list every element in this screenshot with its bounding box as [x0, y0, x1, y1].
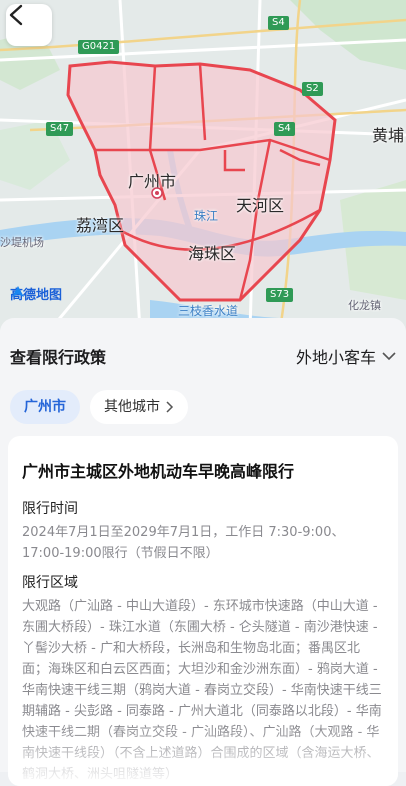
back-button[interactable] — [6, 4, 52, 46]
map-logo: 高德地图 — [10, 284, 62, 303]
rule-title: 广州市主城区外地机动车早晚高峰限行 — [22, 462, 295, 481]
area-section-text: 大观路（广汕路 - 中山大道段）- 东环城市快速路（中山大道 - 东圃大桥段）-… — [22, 599, 382, 782]
map-label-hualongzhen: 化龙镇 — [348, 299, 381, 312]
map-view[interactable]: G0421 S4 S47 S4 S2 S73 广州市 天河区 荔湾区 海珠区 黄… — [0, 0, 406, 330]
highway-shield-s47: S47 — [46, 122, 74, 136]
policy-section-title: 查看限行政策 — [10, 348, 107, 367]
chevron-right-icon — [166, 401, 174, 413]
vehicle-type-label: 外地小客车 — [295, 348, 376, 367]
chevron-left-icon — [9, 4, 23, 26]
highway-shield-s4-mid: S4 — [274, 122, 295, 136]
chevron-down-icon — [382, 352, 396, 361]
tab-other-cities[interactable]: 其他城市 — [90, 390, 188, 424]
restriction-rule-card[interactable]: 广州市主城区外地机动车早晚高峰限行 限行时间 2024年7月1日至2029年7月… — [8, 436, 398, 786]
area-section-label: 限行区域 — [22, 575, 78, 591]
policy-header: 查看限行政策 外地小客车 — [0, 336, 406, 376]
highway-shield-s4-top: S4 — [268, 16, 289, 30]
map-label-liwan: 荔湾区 — [76, 216, 125, 235]
amap-logo-icon — [12, 286, 24, 297]
map-label-huangpu: 黄埔 — [372, 126, 405, 145]
tab-guangzhou[interactable]: 广州市 — [10, 390, 80, 424]
policy-panel: 查看限行政策 外地小客车 广州市 其他城市 广州市主城区外地机动车早晚高峰限行 … — [0, 318, 406, 786]
city-marker-icon — [151, 187, 163, 199]
map-label-airport: 沙堤机场 — [0, 236, 44, 249]
vehicle-type-dropdown[interactable]: 外地小客车 — [296, 344, 396, 368]
map-label-tianhe: 天河区 — [236, 196, 285, 215]
highway-shield-g0421: G0421 — [78, 40, 120, 54]
time-section-text: 2024年7月1日至2029年7月1日，工作日 7:30-9:00、17:00-… — [22, 525, 345, 561]
time-section-label: 限行时间 — [22, 501, 78, 517]
highway-shield-s73: S73 — [266, 288, 294, 302]
tab-other-cities-label: 其他城市 — [104, 399, 160, 415]
map-label-zhujiang: 珠江 — [194, 209, 219, 223]
highway-shield-s2: S2 — [302, 82, 323, 96]
map-canvas — [0, 0, 406, 330]
map-label-haizhu: 海珠区 — [188, 244, 237, 263]
map-label-sanzhi: 三枝香水道 — [178, 304, 239, 318]
city-tabs: 广州市 其他城市 — [10, 390, 188, 424]
